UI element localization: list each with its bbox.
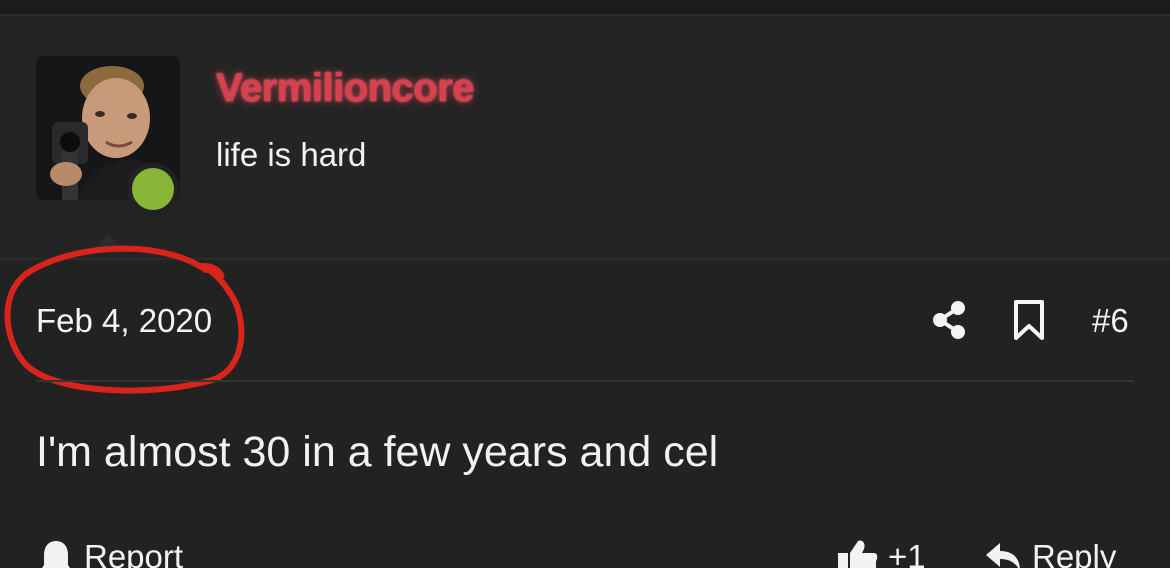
post-body-text: I'm almost 30 in a few years and cel [36,428,719,476]
reply-button[interactable]: Reply [984,537,1116,568]
thumbs-up-icon [838,540,878,568]
share-icon[interactable] [928,298,970,342]
like-button[interactable]: +1 [836,537,926,568]
user-panel-pointer [90,233,126,253]
post-header-divider [36,380,1134,382]
user-title: life is hard [216,136,367,173]
reply-label: Reply [1032,538,1117,568]
bookmark-icon[interactable] [1008,298,1050,342]
top-strip [0,0,1170,16]
report-label: Report [84,538,184,568]
like-count: +1 [888,538,926,568]
post-date[interactable]: Feb 4, 2020 [36,302,212,340]
username-link[interactable]: Vermilioncore [216,66,475,111]
bell-icon [42,541,70,568]
report-button[interactable]: Report [36,537,183,568]
reply-icon [986,543,1020,568]
post-number-link[interactable]: #6 [1092,302,1129,340]
online-status-indicator [127,163,179,215]
